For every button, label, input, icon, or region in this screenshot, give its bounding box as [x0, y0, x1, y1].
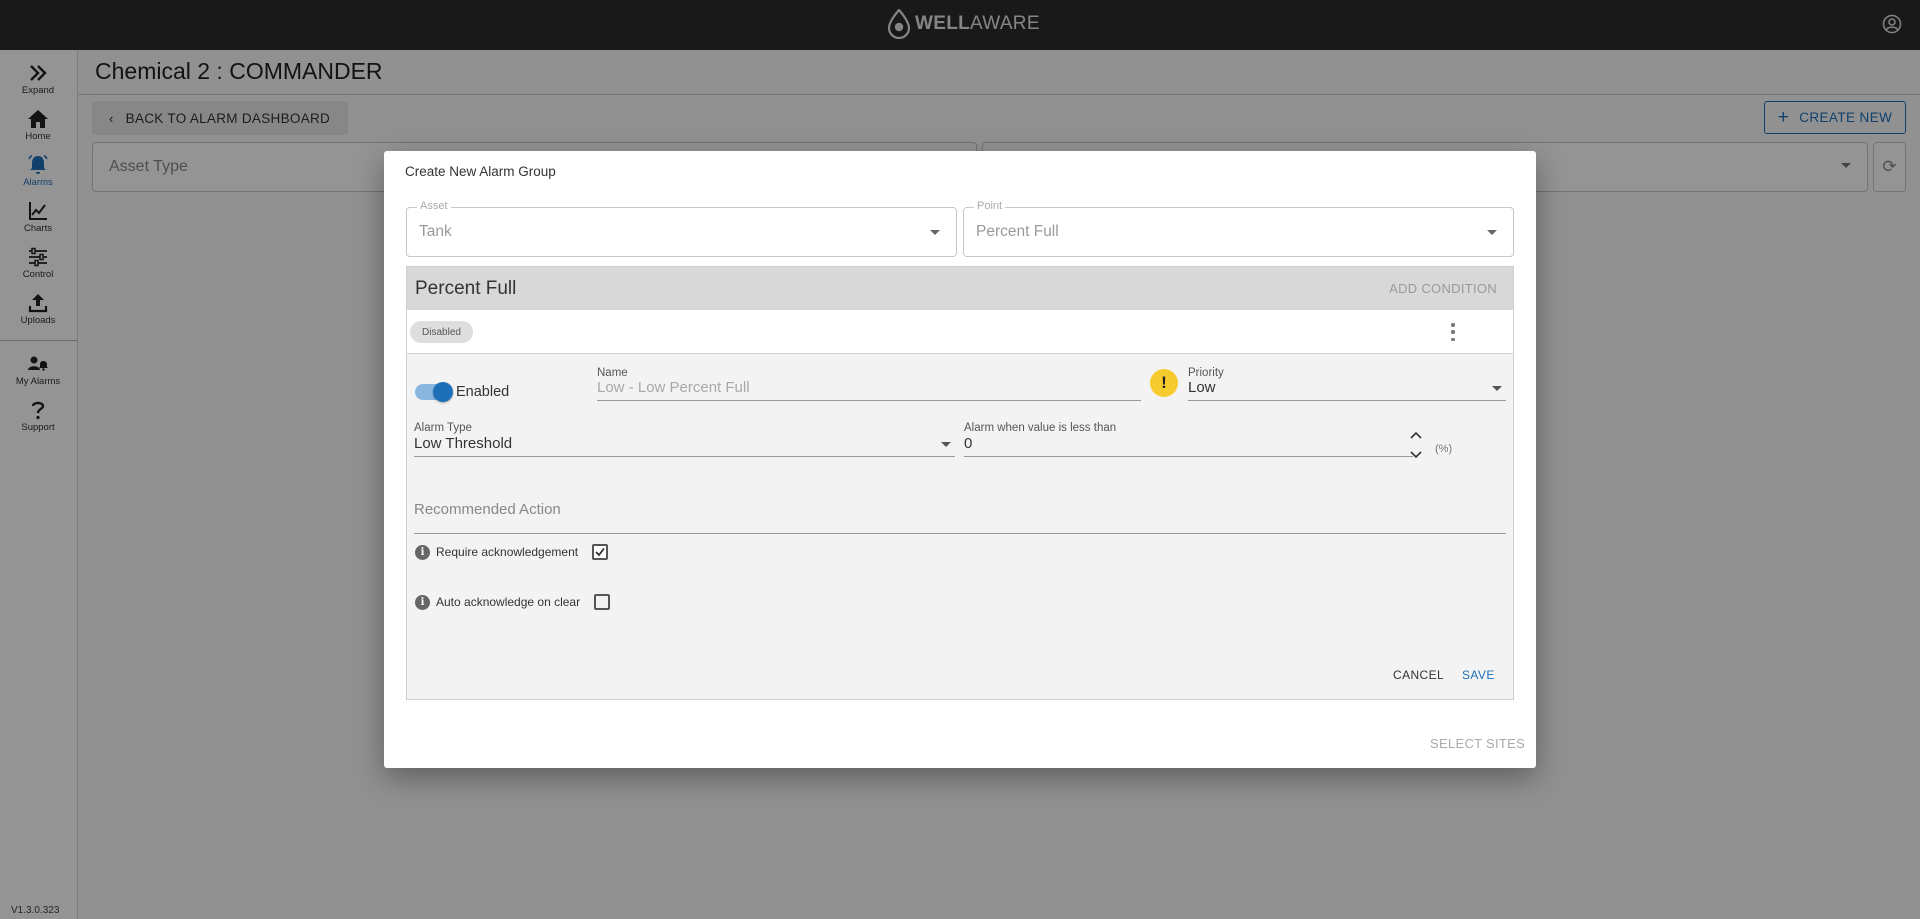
toggle-knob [433, 382, 453, 402]
number-stepper-icon[interactable] [1409, 431, 1423, 461]
cancel-button[interactable]: CANCEL [1393, 668, 1444, 682]
recommended-action-placeholder: Recommended Action [414, 501, 561, 518]
point-value: Percent Full [976, 223, 1059, 240]
asset-label: Asset [417, 200, 451, 212]
chevron-down-icon [1487, 230, 1497, 235]
priority-label: Priority [1188, 367, 1224, 379]
alarm-type-value: Low Threshold [414, 435, 513, 452]
save-button[interactable]: SAVE [1462, 668, 1495, 682]
checkmark-icon [595, 547, 605, 557]
asset-select[interactable]: Asset Tank [406, 200, 957, 257]
create-alarm-group-dialog: Create New Alarm Group Asset Tank Point … [384, 151, 1536, 768]
enabled-label: Enabled [456, 384, 510, 400]
auto-ack-label: Auto acknowledge on clear [436, 595, 581, 609]
require-ack-label: Require acknowledgement [436, 545, 579, 559]
status-chip[interactable]: Disabled [410, 321, 473, 343]
add-condition-button[interactable]: ADD CONDITION [1389, 281, 1497, 296]
info-icon[interactable]: i [415, 594, 430, 610]
require-ack-row: i Require acknowledgement [415, 542, 609, 562]
dialog-title: Create New Alarm Group [405, 164, 556, 179]
select-sites-button[interactable]: SELECT SITES [1430, 736, 1525, 751]
name-field[interactable]: Name Low - Low Percent Full [597, 367, 1141, 401]
alarm-type-select[interactable]: Alarm Type Low Threshold [414, 422, 955, 457]
chevron-down-icon [941, 442, 951, 447]
panel-title: Percent Full [415, 278, 517, 299]
name-input-placeholder: Low - Low Percent Full [597, 379, 750, 396]
name-label: Name [597, 367, 628, 379]
threshold-value: 0 [964, 435, 973, 452]
condition-chip-row: Disabled [407, 310, 1513, 354]
unit-label: (%) [1435, 443, 1453, 455]
alarm-type-label: Alarm Type [414, 422, 472, 434]
panel-header: Percent Full ADD CONDITION [407, 267, 1513, 310]
priority-warning-icon: ! [1150, 369, 1178, 397]
more-vert-icon[interactable] [1451, 323, 1455, 341]
condition-panel: Percent Full ADD CONDITION Disabled Enab… [406, 266, 1514, 700]
threshold-label: Alarm when value is less than [964, 422, 1117, 434]
point-label: Point [974, 200, 1006, 212]
info-icon[interactable]: i [415, 544, 430, 560]
auto-ack-row: i Auto acknowledge on clear [415, 592, 611, 612]
priority-select[interactable]: Priority Low [1188, 367, 1506, 401]
enabled-toggle[interactable] [415, 382, 453, 402]
chevron-down-icon [1492, 386, 1502, 391]
point-select[interactable]: Point Percent Full [963, 200, 1514, 257]
chevron-down-icon [930, 230, 940, 235]
asset-value: Tank [419, 223, 452, 240]
threshold-input[interactable]: Alarm when value is less than 0 [964, 422, 1413, 457]
auto-ack-checkbox[interactable] [594, 594, 611, 610]
priority-value: Low [1188, 379, 1216, 396]
recommended-action-field[interactable]: Recommended Action [414, 489, 1506, 534]
require-ack-checkbox[interactable] [592, 544, 609, 560]
